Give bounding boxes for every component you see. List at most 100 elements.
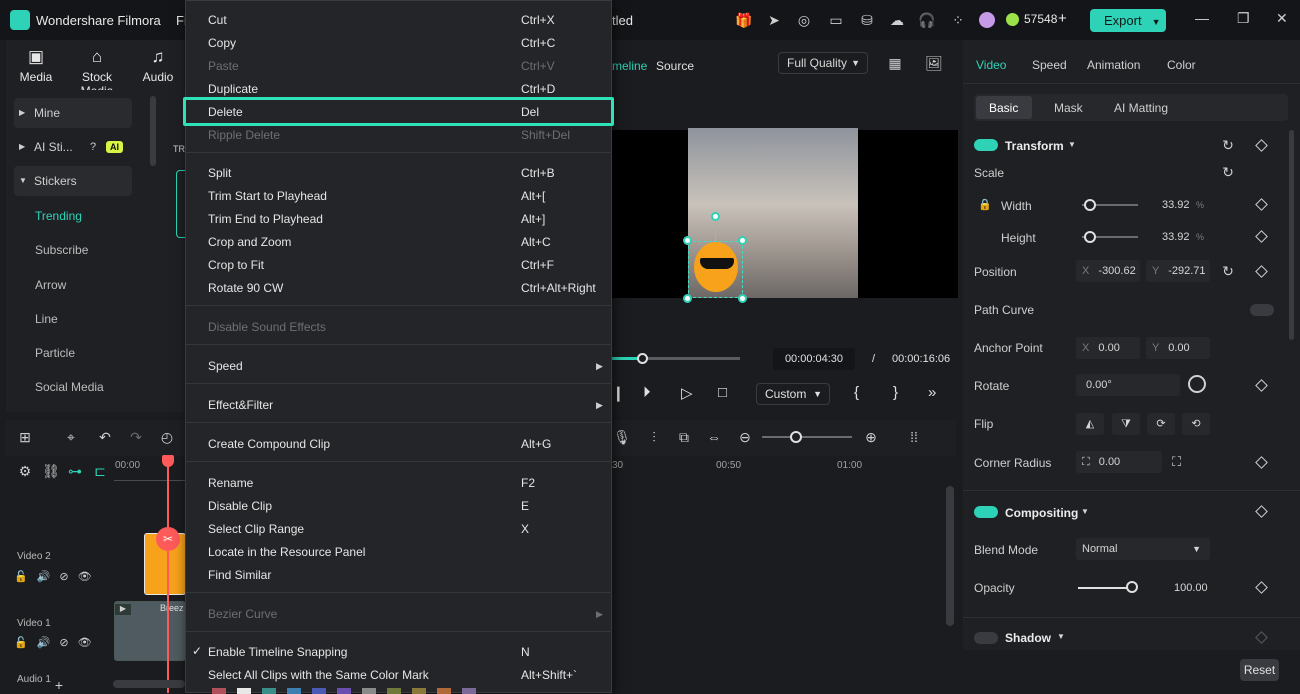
subtab-mask[interactable]: Mask: [1054, 101, 1083, 115]
resize-handle-bl[interactable]: [683, 294, 692, 303]
color-mark-swatch[interactable]: [387, 688, 401, 694]
resize-handle-tl[interactable]: [683, 236, 692, 245]
sidebar-sub-particle[interactable]: Particle: [35, 346, 75, 360]
auto-highlight-icon[interactable]: ⧉: [675, 428, 693, 446]
settings-icon[interactable]: ⚙: [16, 462, 34, 480]
sidebar-item-stickers[interactable]: ▼ Stickers: [14, 166, 132, 196]
tab-speed[interactable]: Speed: [1032, 58, 1067, 72]
menu-item-speed[interactable]: [186, 355, 611, 377]
color-mark-swatch[interactable]: [337, 688, 351, 694]
help-icon[interactable]: ?: [90, 132, 96, 162]
reset-position-icon[interactable]: ↻: [1219, 262, 1237, 280]
layout-icon[interactable]: ▭: [827, 11, 845, 29]
mark-out-icon[interactable]: }: [893, 384, 898, 401]
width-knob[interactable]: [1084, 199, 1096, 211]
position-y-field[interactable]: Y -292.71: [1146, 260, 1210, 282]
add-credits-icon[interactable]: +: [1058, 10, 1067, 27]
zoom-out-icon[interactable]: ⊖: [736, 428, 754, 446]
rotate-cw-icon[interactable]: ⟳: [1147, 413, 1175, 435]
sidebar-sub-arrow[interactable]: Arrow: [35, 278, 66, 292]
zoom-dropdown[interactable]: Custom ▼: [756, 383, 830, 405]
rotate-field[interactable]: 0.00°: [1076, 374, 1180, 396]
close-icon[interactable]: ✕: [1276, 10, 1288, 27]
rotate-ccw-icon[interactable]: ⟲: [1182, 413, 1210, 435]
color-mark-swatch[interactable]: [437, 688, 451, 694]
mark-in-icon[interactable]: {: [854, 384, 859, 401]
resize-handle-br[interactable]: [738, 294, 747, 303]
rotate-dial-icon[interactable]: [1188, 375, 1206, 393]
timeline-h-scrollbar[interactable]: [113, 680, 185, 688]
split-scissors-icon[interactable]: ✂: [156, 527, 180, 551]
snap-icon[interactable]: ⊏: [91, 462, 109, 480]
add-track-icon[interactable]: +: [50, 676, 68, 694]
grid-view-icon[interactable]: ▦: [886, 54, 904, 72]
progress-knob[interactable]: [637, 353, 648, 364]
anchor-y-field[interactable]: Y 0.00: [1146, 337, 1210, 359]
color-mark-swatch[interactable]: [312, 688, 326, 694]
lock-ratio-icon[interactable]: 🔒: [978, 198, 992, 211]
playhead-handle[interactable]: [162, 455, 174, 467]
avatar[interactable]: [979, 12, 995, 28]
zoom-knob[interactable]: [790, 431, 802, 443]
collapse-icon[interactable]: ▼: [1057, 632, 1065, 641]
color-mark-swatch[interactable]: [362, 688, 376, 694]
tab-timeline[interactable]: meline: [612, 59, 647, 73]
shadow-toggle[interactable]: [974, 632, 998, 644]
tab-video[interactable]: Video: [976, 58, 1006, 72]
layout-grid-icon[interactable]: ⊞: [16, 428, 34, 446]
color-mark-swatch[interactable]: [262, 688, 276, 694]
maximize-icon[interactable]: ❐: [1237, 10, 1250, 27]
undo-icon[interactable]: ↶: [96, 428, 114, 446]
progress-track[interactable]: [642, 357, 740, 360]
minimize-icon[interactable]: —: [1195, 10, 1209, 26]
opacity-value[interactable]: 100.00: [1174, 582, 1208, 594]
flip-vertical-icon[interactable]: ⧩: [1112, 413, 1140, 435]
sidebar-item-mine[interactable]: ▶ Mine: [14, 98, 132, 128]
save-icon[interactable]: ⛁: [858, 11, 876, 29]
color-mark-swatch[interactable]: [412, 688, 426, 694]
opacity-knob[interactable]: [1126, 581, 1138, 593]
timeline-scrollbar[interactable]: [946, 486, 954, 626]
reset-scale-icon[interactable]: ↻: [1219, 163, 1237, 181]
export-button[interactable]: Export ▼: [1090, 9, 1166, 32]
corner-radius-field[interactable]: ⛶ 0.00: [1076, 451, 1162, 473]
apps-icon[interactable]: ⁘: [949, 11, 967, 29]
audio-mixer-icon[interactable]: ⫶: [645, 428, 663, 446]
headset-icon[interactable]: 🎧: [918, 11, 936, 29]
tab-animation[interactable]: Animation: [1087, 58, 1140, 72]
next-frame-icon[interactable]: ⏵: [643, 384, 651, 401]
subtab-ai-matting[interactable]: AI Matting: [1114, 101, 1168, 115]
sidebar-sub-social-media[interactable]: Social Media: [35, 380, 104, 394]
rotate-handle[interactable]: [711, 212, 720, 221]
blend-mode-dropdown[interactable]: Normal ▼: [1076, 538, 1210, 560]
select-tool-icon[interactable]: ⌖: [62, 428, 80, 446]
path-curve-toggle[interactable]: [1250, 304, 1274, 316]
play-icon[interactable]: ▷: [681, 384, 693, 402]
tab-source[interactable]: Source: [656, 59, 694, 73]
speed-tool-icon[interactable]: ◴: [158, 428, 176, 446]
stop-icon[interactable]: □: [718, 384, 727, 401]
track-controls-video-1[interactable]: 🔓🔊⊘👁: [14, 636, 101, 649]
height-knob[interactable]: [1084, 231, 1096, 243]
color-mark-swatch[interactable]: [462, 688, 476, 694]
gift-icon[interactable]: 🎁: [735, 11, 753, 29]
reset-transform-icon[interactable]: ↻: [1219, 136, 1237, 154]
compositing-toggle[interactable]: [974, 506, 998, 518]
position-x-field[interactable]: X -300.62: [1076, 260, 1140, 282]
sidebar-sub-line[interactable]: Line: [35, 312, 58, 326]
more-controls-icon[interactable]: »: [928, 384, 936, 401]
playhead[interactable]: [167, 456, 169, 693]
selection-box[interactable]: [688, 241, 743, 298]
color-mark-swatch[interactable]: [287, 688, 301, 694]
link-icon[interactable]: ⊶: [66, 462, 84, 480]
collapse-icon[interactable]: ▼: [1081, 507, 1089, 516]
track-options-icon[interactable]: ⁞⁞: [905, 428, 923, 446]
height-value[interactable]: 33.92: [1162, 231, 1190, 243]
width-value[interactable]: 33.92: [1162, 199, 1190, 211]
snapshot-icon[interactable]: 🖼: [925, 54, 943, 72]
share-icon[interactable]: ➤: [765, 11, 783, 29]
transform-toggle[interactable]: [974, 139, 998, 151]
anchor-x-field[interactable]: X 0.00: [1076, 337, 1140, 359]
sidebar-item-ai-stickers[interactable]: ▶ AI Sti...? AI: [14, 132, 132, 162]
zoom-slider[interactable]: [762, 436, 852, 438]
